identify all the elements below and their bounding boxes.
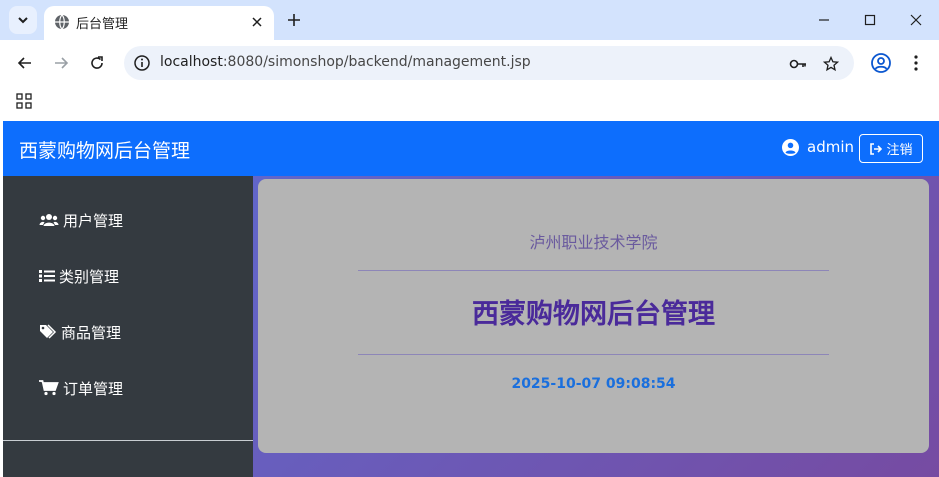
window-close-button[interactable] — [903, 8, 929, 32]
browser-tab[interactable]: 后台管理 — [44, 6, 274, 40]
browser-tabstrip: 后台管理 — [0, 0, 939, 40]
apps-grid-icon[interactable] — [16, 93, 32, 109]
logout-label: 注销 — [886, 143, 913, 158]
arrow-right-icon — [55, 57, 69, 69]
forward-button[interactable] — [49, 51, 73, 75]
page-title: 西蒙购物网后台管理 — [472, 299, 715, 330]
star-icon[interactable] — [821, 54, 841, 74]
maximize-icon — [864, 14, 876, 26]
chevron-down-icon — [18, 17, 28, 24]
reload-icon — [91, 56, 103, 69]
key-icon[interactable] — [788, 54, 808, 74]
url-path: :8080/simonshop/backend/management.jsp — [222, 54, 531, 70]
top-navbar: 西蒙购物网后台管理 admin 注销 — [3, 121, 939, 176]
plus-icon — [288, 14, 300, 26]
address-bar[interactable]: localhost:8080/simonshop/backend/managem… — [124, 46, 854, 80]
sidebar: 用户管理 类别管理 商品管理 订单管理 — [3, 176, 253, 477]
brand-title[interactable]: 西蒙购物网后台管理 — [19, 136, 190, 163]
globe-icon — [55, 14, 69, 30]
sidebar-item-products[interactable]: 商品管理 — [39, 320, 121, 344]
bookmarks-bar — [0, 86, 939, 121]
site-info-icon[interactable] — [133, 54, 151, 72]
user-circle-icon — [782, 138, 799, 156]
more-options-icon[interactable] — [906, 51, 926, 75]
page-content: 西蒙购物网后台管理 admin 注销 用户管理 类别管理 商品管理 订单管理 泸… — [3, 121, 939, 477]
close-icon[interactable] — [248, 13, 266, 31]
sidebar-item-label: 用户管理 — [63, 211, 124, 230]
maximize-button[interactable] — [857, 8, 883, 32]
reload-button[interactable] — [85, 51, 109, 75]
sidebar-item-orders[interactable]: 订单管理 — [39, 376, 123, 400]
browser-toolbar: localhost:8080/simonshop/backend/managem… — [0, 40, 939, 86]
sidebar-item-label: 订单管理 — [63, 379, 124, 398]
sidebar-item-label: 商品管理 — [61, 323, 122, 342]
profile-icon[interactable] — [869, 51, 893, 75]
close-icon — [910, 14, 922, 26]
divider — [358, 270, 829, 271]
list-icon — [39, 270, 55, 282]
url-host: localhost — [160, 54, 223, 70]
sidebar-item-label: 类别管理 — [59, 267, 120, 286]
tags-icon — [40, 324, 57, 339]
new-tab-button[interactable] — [284, 10, 304, 30]
sidebar-item-users[interactable]: 用户管理 — [39, 208, 123, 232]
user-info: admin — [782, 138, 854, 156]
tab-search-button[interactable] — [9, 6, 37, 34]
url-text[interactable]: localhost:8080/simonshop/backend/managem… — [160, 54, 531, 70]
minimize-button[interactable] — [811, 8, 837, 32]
sidebar-divider — [3, 440, 253, 441]
welcome-card: 泸州职业技术学院 西蒙购物网后台管理 2025-10-07 09:08:54 — [258, 179, 929, 453]
cart-icon — [39, 380, 59, 396]
tab-title: 后台管理 — [76, 17, 129, 32]
school-name: 泸州职业技术学院 — [529, 233, 658, 252]
divider — [358, 354, 829, 355]
username: admin — [807, 138, 854, 156]
sign-out-icon — [870, 142, 883, 155]
minimize-icon — [819, 19, 829, 21]
users-icon — [39, 214, 59, 226]
current-datetime: 2025-10-07 09:08:54 — [511, 376, 676, 392]
arrow-left-icon — [17, 57, 31, 69]
sidebar-item-categories[interactable]: 类别管理 — [39, 264, 119, 288]
back-button[interactable] — [13, 51, 37, 75]
logout-button[interactable]: 注销 — [859, 134, 923, 163]
